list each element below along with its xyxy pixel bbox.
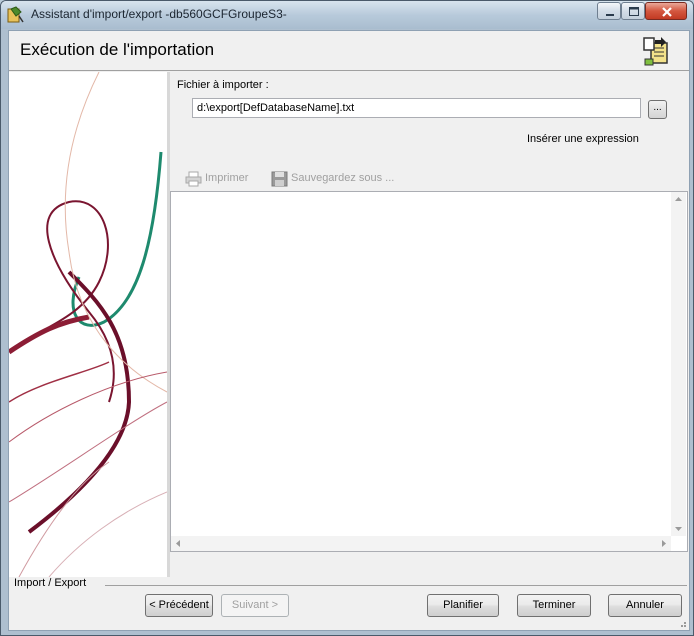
scroll-arrows-icon [675, 197, 682, 531]
print-button[interactable]: Imprimer [185, 170, 255, 188]
file-path-input[interactable]: d:\export[DefDatabaseName].txt [192, 98, 641, 118]
finish-button[interactable]: Terminer [517, 594, 591, 617]
footer-divider [105, 585, 687, 586]
window-title: Assistant d'import/export -db560GCFGroup… [31, 7, 287, 21]
maximize-icon [629, 7, 639, 16]
next-button[interactable]: Suivant > [221, 594, 289, 617]
printer-icon [185, 171, 202, 187]
import-log-output[interactable] [170, 191, 688, 552]
wizard-window: Assistant d'import/export -db560GCFGroup… [0, 0, 694, 636]
minimize-button[interactable] [597, 2, 621, 20]
wizard-client-area: Exécution de l'importation Fichier à imp… [7, 30, 690, 631]
file-to-import-label: Fichier à importer : [177, 79, 269, 91]
wizard-header: Exécution de l'importation [9, 31, 689, 71]
page-title: Exécution de l'importation [20, 40, 215, 59]
close-icon [662, 7, 672, 17]
print-label: Imprimer [205, 172, 249, 184]
maximize-button[interactable] [621, 2, 645, 20]
cancel-button[interactable]: Annuler [608, 594, 682, 617]
wizard-app-icon [7, 6, 25, 24]
close-button[interactable] [645, 2, 687, 20]
horizontal-scroll-arrows-icon [176, 540, 666, 547]
schedule-button[interactable]: Planifier [427, 594, 499, 617]
browse-button[interactable]: ... [648, 100, 667, 119]
footer-group-label: Import / Export [14, 577, 90, 589]
previous-button[interactable]: < Précédent [145, 594, 213, 617]
insert-expression-link[interactable]: Insérer une expression [527, 133, 639, 145]
decorative-artwork [7, 71, 168, 578]
import-export-icon [641, 35, 673, 67]
horizontal-scrollbar[interactable] [171, 536, 671, 551]
floppy-disk-icon [271, 171, 288, 187]
save-as-button[interactable]: Sauvegardez sous ... [271, 170, 401, 188]
vertical-scrollbar[interactable] [671, 192, 686, 536]
wizard-footer: Import / Export < Précédent Suivant > Pl… [9, 577, 689, 630]
title-bar[interactable]: Assistant d'import/export -db560GCFGroup… [1, 1, 693, 29]
resize-grip-icon[interactable] [677, 618, 687, 628]
save-as-label: Sauvegardez sous ... [291, 172, 395, 184]
minimize-icon [606, 14, 614, 16]
